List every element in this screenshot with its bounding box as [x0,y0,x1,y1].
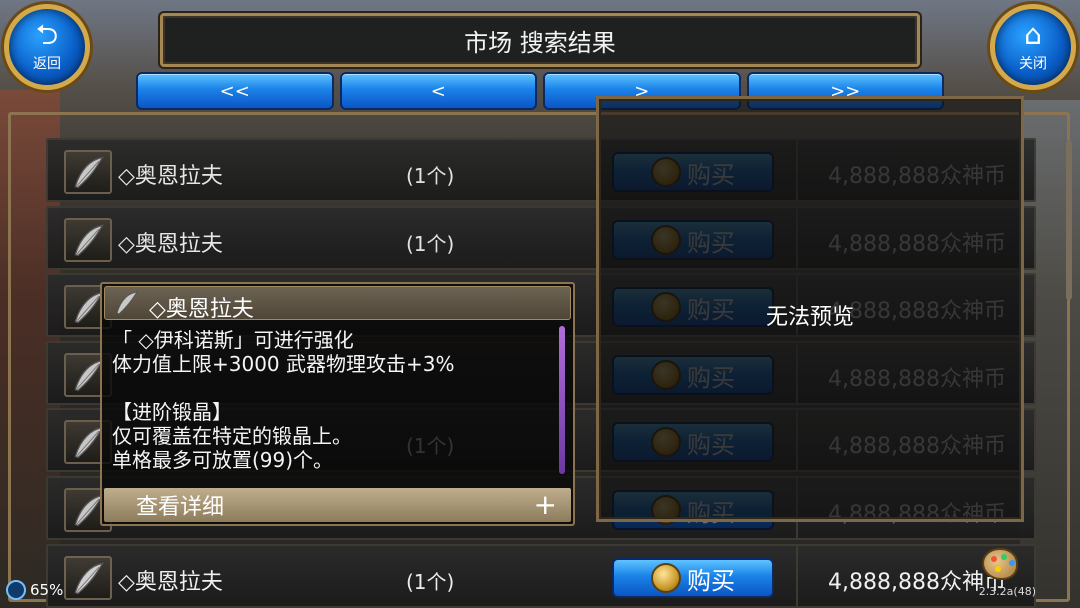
tooltip-line: 「 ◇伊科诺斯」可进行强化 [112,328,354,352]
column-divider [796,546,798,606]
feather-icon [64,218,112,262]
view-details-button[interactable]: 查看详细 + [104,488,571,522]
tooltip-line: 单格最多可放置(99)个。 [112,448,334,472]
tooltip-description: 「 ◇伊科诺斯」可进行强化 体力值上限+3000 武器物理攻击+3% 【进阶锻晶… [112,328,555,472]
feather-icon [111,289,141,317]
page-title-bar: 市场 搜索结果 [160,13,920,67]
feather-icon [64,150,112,194]
buy-button-label: 购买 [687,566,735,595]
table-row[interactable]: ◇奥恩拉夫(1个)购买4,888,888众神币 [46,544,1036,608]
close-button[interactable]: ⌂ 关闭 [990,4,1076,90]
item-tooltip: ◇奥恩拉夫 「 ◇伊科诺斯」可进行强化 体力值上限+3000 武器物理攻击+3%… [100,282,575,526]
tooltip-scroll-thumb[interactable] [559,326,565,474]
battery-gauge-icon [6,580,26,600]
item-quantity: (1个) [406,164,455,188]
tooltip-line [112,376,555,400]
battery-indicator: 65% [6,580,63,600]
home-icon: ⌂ [1024,18,1042,51]
item-name: ◇奥恩拉夫 [118,164,223,189]
tooltip-item-name: ◇奥恩拉夫 [149,297,254,322]
version-label: 2.3.2a(48) [978,585,1036,598]
preview-unavailable-text: 无法预览 [765,305,854,330]
page-title: 市场 搜索结果 [464,28,616,57]
tooltip-header: ◇奥恩拉夫 [104,286,571,322]
item-name: ◇奥恩拉夫 [118,232,223,257]
item-quantity: (1个) [406,232,455,256]
previous-page-button[interactable]: < [339,72,537,110]
palette-icon[interactable] [982,548,1018,580]
list-scrollbar[interactable] [1066,140,1072,300]
back-button[interactable]: ⮌ 返回 [4,4,90,90]
battery-percent: 65% [30,581,64,599]
buy-button[interactable]: 购买 [612,558,774,598]
close-button-label: 关闭 [1019,56,1047,72]
tooltip-scrollbar[interactable] [559,326,565,474]
tooltip-line: 体力值上限+3000 武器物理攻击+3% [112,352,455,376]
item-quantity: (1个) [406,570,455,594]
tooltip-line: 仅可覆盖在特定的锻晶上。 [112,424,352,448]
back-button-label: 返回 [33,56,61,72]
item-preview-panel: 无法预览 [596,96,1024,522]
feather-icon [64,556,112,600]
first-page-button[interactable]: << [136,72,334,110]
view-details-label: 查看详细 [136,495,225,520]
back-arrow-icon: ⮌ [35,18,59,51]
tooltip-line: 【进阶锻晶】 [112,400,232,424]
plus-icon: + [533,488,557,521]
coin-icon [651,563,681,593]
item-name: ◇奥恩拉夫 [118,570,223,595]
